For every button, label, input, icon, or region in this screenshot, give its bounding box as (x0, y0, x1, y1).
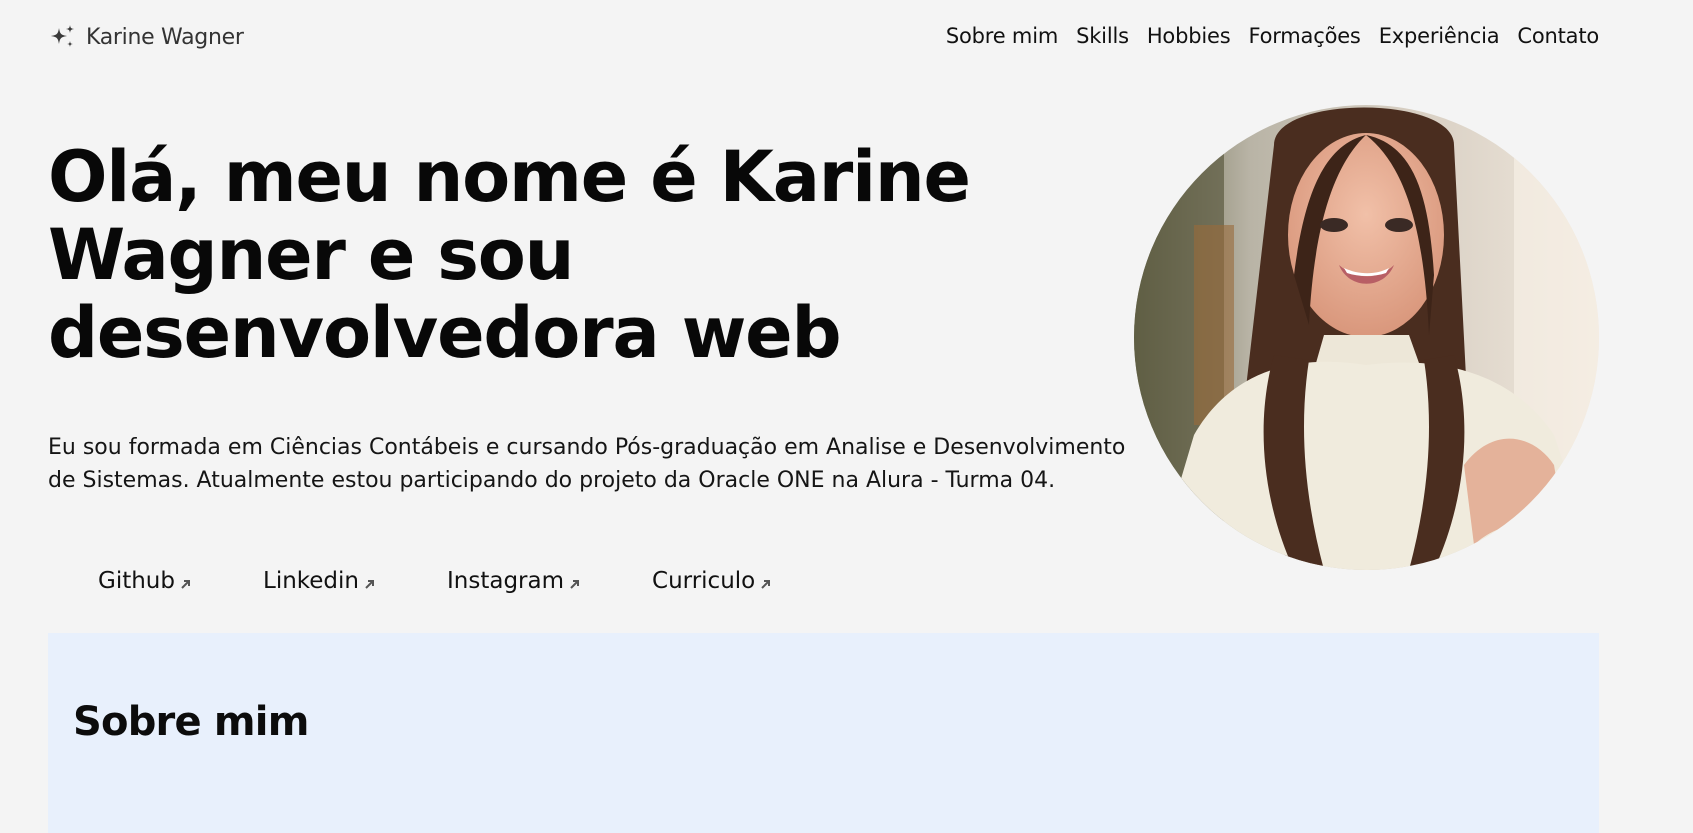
brand-link[interactable]: Karine Wagner (48, 22, 244, 52)
nav-item-contato[interactable]: Contato (1517, 24, 1599, 48)
sparkles-icon (51, 25, 74, 47)
instagram-link[interactable]: Instagram (447, 568, 582, 594)
profile-photo (1134, 105, 1599, 570)
github-link[interactable]: Github (98, 568, 193, 594)
github-link-label: Github (98, 568, 175, 594)
nav-item-experiencia[interactable]: Experiência (1379, 24, 1500, 48)
about-section: Sobre mim (48, 633, 1599, 833)
about-title: Sobre mim (73, 699, 309, 745)
nav-item-formacoes[interactable]: Formações (1248, 24, 1360, 48)
linkedin-link[interactable]: Linkedin (263, 568, 377, 594)
curriculo-link-label: Curriculo (652, 568, 756, 594)
linkedin-link-label: Linkedin (263, 568, 359, 594)
nav-item-skills[interactable]: Skills (1076, 24, 1129, 48)
social-links: Github Linkedin Instagram Curriculo (98, 568, 773, 594)
main-nav: Sobre mim Skills Hobbies Formações Exper… (946, 24, 1599, 48)
site-header: Karine Wagner Sobre mim Skills Hobbies F… (0, 0, 1693, 78)
external-link-arrow-icon (570, 580, 580, 589)
external-link-arrow-icon (365, 580, 374, 589)
nav-item-hobbies[interactable]: Hobbies (1147, 24, 1231, 48)
brand-name: Karine Wagner (86, 24, 244, 50)
external-link-arrow-icon (761, 580, 771, 589)
nav-item-sobre-mim[interactable]: Sobre mim (946, 24, 1058, 48)
instagram-link-label: Instagram (447, 568, 565, 594)
hero-headline: Olá, meu nome é Karine Wagner e sou dese… (48, 136, 971, 374)
curriculo-link[interactable]: Curriculo (652, 568, 773, 594)
external-link-arrow-icon (181, 580, 190, 589)
hero-intro: Eu sou formada em Ciências Contábeis e c… (48, 435, 1126, 493)
